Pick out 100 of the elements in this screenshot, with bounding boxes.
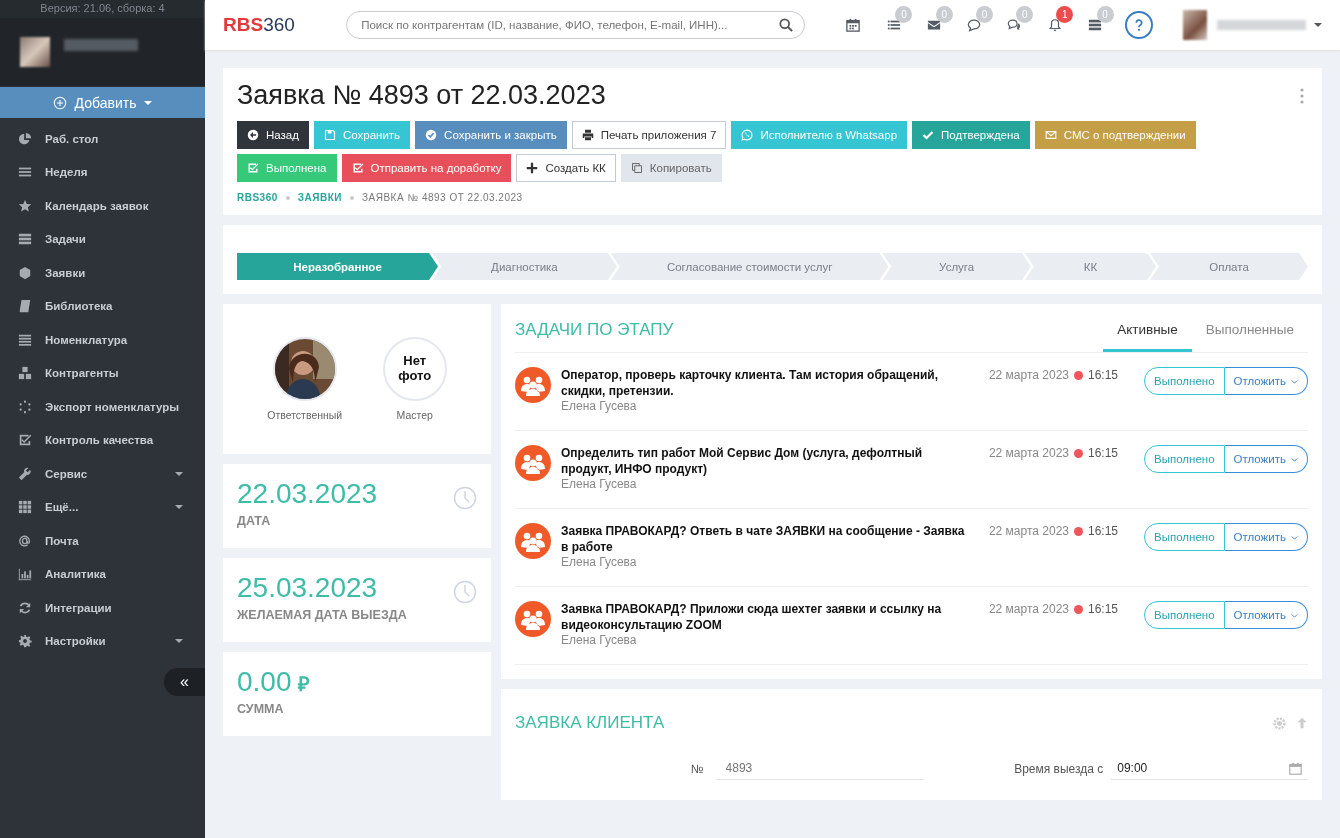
wrench-icon — [18, 466, 32, 481]
role-label: Мастер — [396, 409, 433, 421]
plus-circle-icon — [52, 95, 67, 110]
speech-bubble-icon — [967, 18, 982, 32]
task-time: 16:15 — [1088, 524, 1119, 538]
people-icon — [515, 523, 551, 559]
action-button[interactable]: Подтверждена — [912, 121, 1030, 149]
action-button[interactable]: СМС о подтверждении — [1034, 121, 1196, 149]
action-button[interactable]: Отправить на доработку — [341, 154, 512, 182]
no-photo-text: Нет фото — [397, 354, 433, 384]
collapse-sidebar-button[interactable]: « — [164, 668, 205, 696]
server-icon — [1087, 18, 1102, 32]
plus-icon — [526, 162, 539, 174]
search-icon — [779, 18, 794, 32]
sidebar-item[interactable]: Настройки — [0, 624, 205, 658]
pipeline-stage[interactable]: Неразобранное — [237, 253, 439, 280]
task-date: 22 марта 2023 — [988, 368, 1069, 382]
page-title: Заявка № 4893 от 22.03.2023 — [237, 80, 606, 111]
people-icon — [515, 601, 551, 637]
task-title[interactable]: Заявка ПРАВОКАРД? Ответь в чате ЗАЯВКИ на сообщение - Заявка в работе — [561, 523, 973, 556]
postpone-button[interactable]: Отложить — [1224, 523, 1308, 551]
pipeline-stage[interactable]: Оплата — [1150, 253, 1308, 280]
sidebar-item[interactable]: Контрагенты — [0, 356, 205, 390]
sidebar-item[interactable]: Раб. стол — [0, 122, 205, 156]
add-button[interactable]: Добавить — [0, 87, 205, 118]
arrow-up-icon — [1296, 717, 1308, 729]
tab[interactable]: Выполненные — [1191, 322, 1308, 352]
field-label: Время выезда с — [1013, 761, 1105, 776]
task-author: Елена Гусева — [561, 399, 638, 414]
info-label: СУММА — [237, 702, 285, 716]
time-field[interactable]: 09:00 — [1111, 757, 1308, 780]
clock-icon — [453, 486, 477, 510]
user-avatar[interactable] — [1182, 10, 1207, 40]
pipeline-stage[interactable]: Согласование стоимости услуг — [610, 253, 889, 280]
task-date: 22 марта 2023 — [988, 524, 1069, 538]
envelope-icon — [1044, 129, 1057, 141]
action-button[interactable]: Назад — [237, 121, 309, 149]
check-icon — [922, 129, 935, 141]
info-value: 0.00 — [237, 666, 292, 698]
sidebar-item[interactable]: Ещё... — [0, 490, 205, 524]
done-button[interactable]: Выполнено — [1144, 523, 1225, 551]
sidebar-item[interactable]: Библиотека — [0, 289, 205, 323]
sidebar-item[interactable]: Заявки — [0, 256, 205, 290]
action-button[interactable]: Создать КК — [516, 154, 616, 182]
done-button[interactable]: Выполнено — [1144, 367, 1225, 395]
action-button[interactable]: Печать приложения 7 — [571, 121, 727, 149]
help-button[interactable] — [1124, 11, 1153, 39]
info-label: ЖЕЛАЕМАЯ ДАТА ВЫЕЗДА — [237, 608, 408, 622]
sidebar-item[interactable]: Номенклатура — [0, 323, 205, 357]
calendar-icon — [1289, 761, 1302, 775]
info-value: 22.03.2023 — [237, 478, 378, 510]
user-avatar — [20, 37, 50, 67]
sidebar-item[interactable]: Экспорт номенклатуры — [0, 390, 205, 424]
pipeline-stage[interactable]: Услуга — [882, 253, 1031, 280]
at-sign-icon — [18, 533, 32, 548]
breadcrumb-link[interactable]: RBS360 — [237, 192, 278, 203]
search-field[interactable]: Поиск по контрагентам (ID, название, ФИО, телефон, E-mail, ИНН)... — [346, 11, 806, 39]
section-title: ЗАЯВКА КЛИЕНТА — [515, 713, 666, 733]
sidebar-item[interactable]: Задачи — [0, 222, 205, 256]
cubes-icon — [18, 366, 32, 381]
bell-icon — [1047, 18, 1062, 32]
sidebar-item[interactable]: Сервис — [0, 457, 205, 491]
done-button[interactable]: Выполнено — [1144, 445, 1225, 473]
checkbox-icon — [18, 433, 32, 448]
task-time: 16:15 — [1088, 446, 1119, 460]
sidebar-item[interactable]: Аналитика — [0, 557, 205, 591]
star-icon — [18, 198, 32, 213]
sidebar-item[interactable]: Календарь заявок — [0, 189, 205, 223]
action-button[interactable]: Копировать — [620, 154, 722, 182]
list-icon — [18, 232, 32, 247]
field-label: № — [689, 761, 705, 776]
people-icon — [515, 367, 551, 403]
postpone-button[interactable]: Отложить — [1224, 367, 1308, 395]
sidebar-item[interactable]: Контроль качества — [0, 423, 205, 457]
section-title: ЗАДАЧИ ПО ЭТАПУ — [515, 320, 675, 341]
sidebar-item[interactable]: Неделя — [0, 155, 205, 189]
role-label: Ответственный — [267, 409, 343, 421]
tab[interactable]: Активные — [1103, 322, 1192, 352]
action-button[interactable]: Сохранить и закрыть — [415, 121, 567, 149]
version-label: Версия: 21.06, сборка: 4 — [0, 0, 205, 18]
pipeline-stage[interactable]: КК — [1024, 253, 1157, 280]
task-title[interactable]: Заявка ПРАВОКАРД? Приложи сюда шехтег заявки и ссылку на видеоконсультацию ZOOM — [561, 601, 973, 634]
info-value: 25.03.2023 — [237, 572, 378, 604]
done-button[interactable]: Выполнено — [1144, 601, 1225, 629]
postpone-button[interactable]: Отложить — [1224, 601, 1308, 629]
breadcrumb-link[interactable]: ЗАЯВКИ — [297, 192, 342, 203]
check-circle-icon — [425, 129, 438, 141]
caret-icon[interactable] — [1313, 23, 1322, 27]
sidebar-item[interactable]: Почта — [0, 524, 205, 558]
breadcrumb-current: ЗАЯВКА № 4893 ОТ 22.03.2023 — [362, 192, 523, 203]
clock-icon — [453, 580, 477, 604]
calendar-icon — [846, 18, 861, 32]
logo[interactable]: RBS360 — [223, 14, 347, 36]
sidebar-item[interactable]: Интеграции — [0, 591, 205, 625]
task-title[interactable]: Оператор, проверь карточку клиента. Там история обращений, скидки, претензии. — [561, 367, 973, 400]
pipeline-stage[interactable]: Диагностика — [432, 253, 617, 280]
spinner-icon — [18, 399, 32, 414]
task-title[interactable]: Определить тип работ Мой Сервис Дом (услуга, дефолтный продукт, ИНФО продукт) — [561, 445, 973, 478]
postpone-button[interactable]: Отложить — [1224, 445, 1308, 473]
checkbox-icon — [247, 162, 259, 174]
